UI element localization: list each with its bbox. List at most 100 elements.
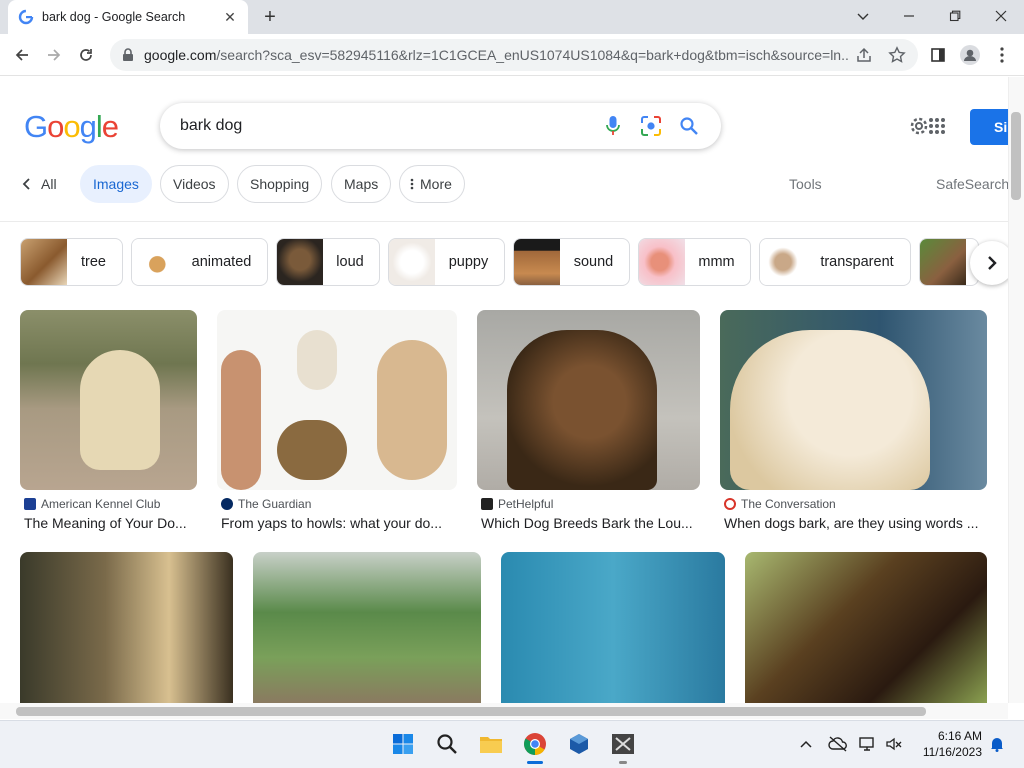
search-box[interactable]: bark dog (160, 103, 721, 149)
search-query[interactable]: bark dog (180, 117, 587, 135)
minimize-button[interactable] (886, 0, 932, 32)
terminal-app-icon[interactable] (606, 727, 640, 761)
reload-button[interactable] (74, 43, 98, 67)
close-window-button[interactable] (978, 0, 1024, 32)
address-bar[interactable]: google.com/search?sca_esv=582945116&rlz=… (110, 39, 918, 71)
refine-thumbnail (639, 239, 685, 285)
refine-chip-puppy[interactable]: puppy (388, 238, 505, 286)
image-result[interactable]: American Kennel Club The Meaning of Your… (20, 310, 197, 535)
result-image[interactable] (720, 310, 987, 490)
safesearch-button[interactable]: SafeSearch (936, 176, 1008, 192)
google-favicon-icon (18, 9, 34, 25)
source-name: American Kennel Club (41, 497, 161, 511)
image-result[interactable]: PetHelpful Which Dog Breeds Bark the Lou… (477, 310, 700, 535)
refine-thumbnail (760, 239, 806, 285)
volume-muted-icon[interactable] (884, 734, 904, 754)
tab-search-icon[interactable] (840, 0, 886, 32)
all-link[interactable]: All (22, 176, 57, 192)
back-button[interactable] (10, 43, 34, 67)
taskbar-search-icon[interactable] (430, 727, 464, 761)
browser-tab[interactable]: bark dog - Google Search ✕ (8, 0, 248, 34)
search-icon[interactable] (677, 114, 701, 138)
apps-grid-icon[interactable] (928, 117, 946, 140)
refine-label: tree (81, 254, 106, 270)
result-source[interactable]: American Kennel Club (24, 497, 160, 511)
microphone-icon[interactable] (601, 114, 625, 138)
source-name: PetHelpful (498, 497, 554, 511)
conversation-favicon-icon (724, 498, 736, 510)
image-result[interactable] (745, 552, 987, 703)
image-result[interactable]: The Guardian From yaps to howls: what yo… (217, 310, 457, 535)
refine-chip-transparent[interactable]: transparent (759, 238, 911, 286)
result-image[interactable] (253, 552, 481, 703)
refine-chip-animated[interactable]: animated (131, 238, 268, 286)
result-source[interactable]: The Guardian (221, 497, 311, 511)
kebab-menu-icon[interactable] (990, 43, 1014, 67)
tools-button[interactable]: Tools (789, 176, 822, 192)
tab-title: bark dog - Google Search (42, 10, 186, 24)
horizontal-scroll-thumb[interactable] (16, 707, 926, 716)
tab-maps[interactable]: Maps (331, 165, 392, 203)
result-caption[interactable]: When dogs bark, are they using words ... (724, 515, 986, 531)
result-image[interactable] (501, 552, 725, 703)
more-menu[interactable]: More (399, 165, 465, 203)
tab-images[interactable]: Images (80, 165, 152, 203)
refine-label: sound (573, 254, 614, 270)
windows-start-icon[interactable] (386, 727, 420, 761)
share-icon[interactable] (856, 47, 874, 63)
refine-label: animated (191, 254, 252, 270)
camera-lens-icon[interactable] (639, 114, 663, 138)
refine-chip-sound[interactable]: sound (513, 238, 630, 286)
refine-chip-mmm[interactable]: mmm (638, 238, 751, 286)
close-tab-icon[interactable]: ✕ (222, 9, 238, 26)
result-caption[interactable]: The Meaning of Your Do... (24, 515, 196, 531)
network-icon[interactable] (858, 734, 878, 754)
profile-avatar[interactable] (958, 43, 982, 67)
chrome-icon[interactable] (518, 727, 552, 761)
result-caption[interactable]: Which Dog Breeds Bark the Lou... (481, 515, 699, 531)
file-explorer-icon[interactable] (474, 727, 508, 761)
bookmark-star-icon[interactable] (888, 46, 906, 64)
refine-thumbnail (920, 239, 966, 285)
image-result[interactable] (501, 552, 725, 703)
cloud-offline-icon[interactable] (828, 734, 848, 754)
new-tab-button[interactable]: + (258, 5, 282, 29)
google-logo[interactable]: Google (24, 109, 119, 145)
notification-bell-icon[interactable] (987, 734, 1007, 754)
image-result[interactable] (20, 552, 233, 703)
chevron-right-icon (988, 256, 997, 270)
result-image[interactable] (20, 552, 233, 703)
restore-button[interactable] (932, 0, 978, 32)
result-image[interactable] (217, 310, 457, 490)
chevron-up-icon[interactable] (796, 734, 816, 754)
more-dots-icon (410, 178, 414, 190)
forward-button[interactable] (42, 43, 66, 67)
browser-toolbar: google.com/search?sca_esv=582945116&rlz=… (0, 34, 1024, 76)
refine-label: loud (336, 254, 364, 270)
tab-shopping[interactable]: Shopping (237, 165, 323, 203)
side-panel-icon[interactable] (926, 43, 950, 67)
image-result[interactable]: The Conversation When dogs bark, are the… (720, 310, 987, 535)
result-image[interactable] (477, 310, 700, 490)
system-clock[interactable]: 6:16 AM 11/16/2023 (912, 728, 982, 760)
settings-gear-icon[interactable] (908, 115, 930, 142)
refine-chip-tree[interactable]: tree (20, 238, 123, 286)
refine-next-button[interactable] (970, 241, 1008, 285)
vertical-scroll-thumb[interactable] (1011, 112, 1021, 200)
url-host: google.com (144, 47, 217, 63)
lock-icon (123, 48, 133, 61)
sign-in-button[interactable]: Si (970, 109, 1008, 145)
refine-thumbnail (21, 239, 67, 285)
result-image[interactable] (745, 552, 987, 703)
refine-thumbnail (389, 239, 435, 285)
image-result[interactable] (253, 552, 481, 703)
chevron-left-icon (22, 178, 30, 190)
tab-videos[interactable]: Videos (160, 165, 229, 203)
result-source[interactable]: PetHelpful (481, 497, 553, 511)
virtualbox-icon[interactable] (562, 727, 596, 761)
result-caption[interactable]: From yaps to howls: what your do... (221, 515, 455, 531)
search-results-page: Google bark dog Si All Images Videos Sho… (0, 77, 1008, 703)
result-source[interactable]: The Conversation (724, 497, 836, 511)
refine-chip-loud[interactable]: loud (276, 238, 380, 286)
result-image[interactable] (20, 310, 197, 490)
